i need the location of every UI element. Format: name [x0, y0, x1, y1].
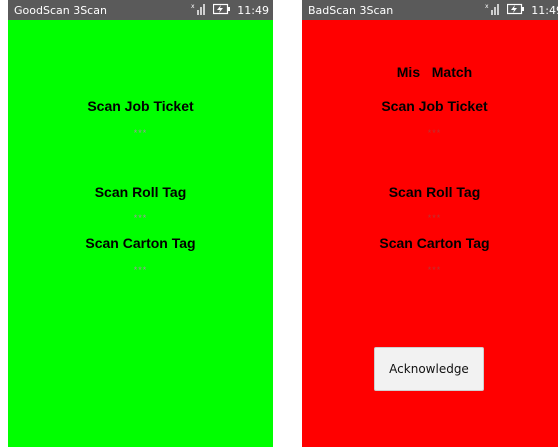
- scan-job-ticket-label: Scan Job Ticket: [381, 98, 488, 114]
- status-bar: GoodScan 3Scan x 11:49: [8, 0, 273, 20]
- mismatch-message: Mis Match: [396, 64, 473, 80]
- scan-job-ticket-label: Scan Job Ticket: [87, 98, 194, 114]
- battery-charging-icon: [213, 3, 231, 18]
- scan-body: Mis Match Scan Job Ticket *** Scan Roll …: [302, 20, 558, 447]
- good-scan-screen: GoodScan 3Scan x 11:49 Scan Job Ticket *…: [8, 0, 273, 447]
- job-ticket-value: ***: [427, 128, 442, 138]
- status-icons: x 11:49: [485, 2, 558, 19]
- acknowledge-button[interactable]: Acknowledge: [374, 347, 484, 391]
- carton-tag-value: ***: [427, 265, 442, 275]
- svg-text:x: x: [191, 3, 195, 10]
- app-title: GoodScan 3Scan: [14, 3, 107, 17]
- scan-body: Scan Job Ticket *** Scan Roll Tag *** Sc…: [8, 20, 273, 447]
- status-bar: BadScan 3Scan x 11:49: [302, 0, 558, 20]
- job-ticket-value: ***: [133, 128, 148, 138]
- roll-tag-value: ***: [133, 213, 148, 223]
- scan-roll-tag-label: Scan Roll Tag: [94, 184, 187, 200]
- roll-tag-value: ***: [427, 213, 442, 223]
- signal-strength-icon: x: [485, 2, 501, 19]
- carton-tag-value: ***: [133, 265, 148, 275]
- status-icons: x 11:49: [191, 2, 269, 19]
- bad-scan-screen: BadScan 3Scan x 11:49 Mis Match: [302, 0, 558, 447]
- svg-text:x: x: [485, 3, 489, 10]
- signal-strength-icon: x: [191, 2, 207, 19]
- scan-roll-tag-label: Scan Roll Tag: [388, 184, 481, 200]
- clock-time: 11:49: [237, 3, 269, 17]
- battery-charging-icon: [507, 3, 525, 18]
- app-title: BadScan 3Scan: [308, 3, 394, 17]
- clock-time: 11:49: [531, 3, 558, 17]
- scan-carton-tag-label: Scan Carton Tag: [379, 235, 490, 251]
- scan-carton-tag-label: Scan Carton Tag: [85, 235, 196, 251]
